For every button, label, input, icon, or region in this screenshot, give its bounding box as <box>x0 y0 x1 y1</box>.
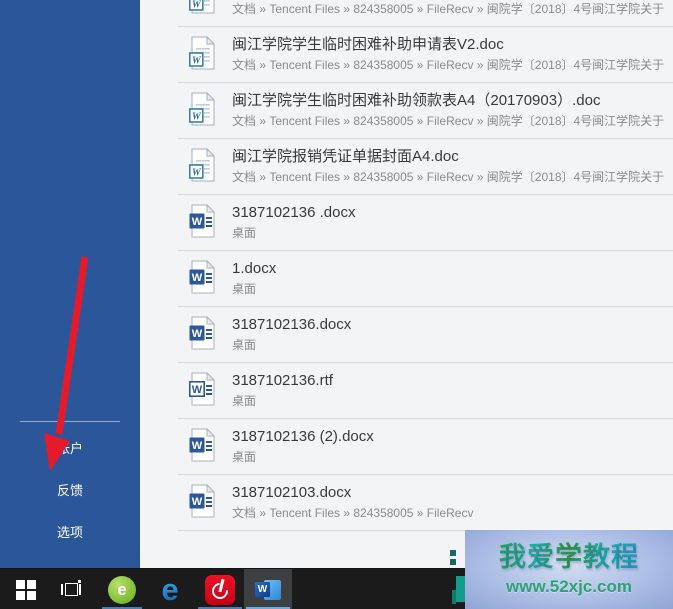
recent-file-row[interactable]: W 3187102136.docx 桌面 <box>178 307 673 363</box>
taskbar-item-netease-music[interactable] <box>196 569 244 609</box>
file-path: 文档 » Tencent Files » 824358005 » FileRec… <box>232 2 665 16</box>
file-path: 文档 » Tencent Files » 824358005 » FileRec… <box>232 58 665 72</box>
word-docx-icon: W <box>189 428 216 462</box>
sidebar-item-options[interactable]: 选项 <box>57 525 83 541</box>
word-docx-icon: W <box>189 260 216 294</box>
file-title: 3187102103.docx <box>232 484 352 501</box>
recent-file-row[interactable]: W 3187102103.docx 文档 » Tencent Files » 8… <box>178 475 673 531</box>
recent-file-row[interactable]: W 闽江学院报销凭证单据封面A4.doc 文档 » Tencent Files … <box>178 139 673 195</box>
recent-file-row[interactable]: W 闽江学院学生临时困难补助申请表V2.doc 文档 » Tencent Fil… <box>178 27 673 83</box>
svg-text:W: W <box>192 328 203 340</box>
recent-file-row[interactable]: W 文档 » Tencent Files » 824358005 » FileR… <box>178 0 673 27</box>
browser-360-icon: e <box>108 575 136 604</box>
file-path: 桌面 <box>232 226 257 240</box>
word-doc-legacy-icon: W <box>188 148 216 182</box>
windows-logo-icon <box>16 579 36 600</box>
file-title: 3187102136.docx <box>232 316 352 333</box>
word-icon: W <box>255 578 281 602</box>
svg-text:W: W <box>192 440 203 452</box>
file-path: 文档 » Tencent Files » 824358005 » FileRec… <box>232 170 665 184</box>
watermark-url: www.52xjc.com <box>506 576 632 596</box>
svg-text:W: W <box>192 168 202 179</box>
file-path: 桌面 <box>232 338 257 352</box>
word-docx-icon: W <box>189 316 216 350</box>
file-path: 文档 » Tencent Files » 824358005 » FileRec… <box>232 506 474 520</box>
file-title: 闽江学院报销凭证单据封面A4.doc <box>232 148 459 165</box>
svg-text:W: W <box>192 0 202 11</box>
svg-text:W: W <box>192 112 202 123</box>
file-title: 闽江学院学生临时困难补助领款表A4（20170903）.doc <box>232 92 601 109</box>
recent-file-row[interactable]: W 3187102136 .docx 桌面 <box>178 195 673 251</box>
file-title: 闽江学院学生临时困难补助申请表V2.doc <box>232 36 504 53</box>
word-backstage-screen: 帐户 反馈 选项 W 文档 » Tencent Files » 82435800… <box>0 0 673 609</box>
watermark-fragment <box>450 559 456 565</box>
taskbar-item-edge[interactable]: e <box>148 569 192 609</box>
file-title: 3187102136 (2).docx <box>232 428 374 445</box>
svg-text:W: W <box>192 216 203 228</box>
backstage-sidebar: 帐户 反馈 选项 <box>0 0 140 568</box>
netease-music-icon <box>205 574 235 605</box>
file-title: 1.docx <box>232 260 277 277</box>
sidebar-item-feedback[interactable]: 反馈 <box>57 483 83 499</box>
watermark-fragment <box>450 550 456 556</box>
recent-files-panel: W 文档 » Tencent Files » 824358005 » FileR… <box>140 0 673 568</box>
recent-file-row[interactable]: W 闽江学院学生临时困难补助领款表A4（20170903）.doc 文档 » T… <box>178 83 673 139</box>
file-path: 文档 » Tencent Files » 824358005 » FileRec… <box>232 114 665 128</box>
file-path: 桌面 <box>232 450 257 464</box>
file-path: 桌面 <box>232 394 257 408</box>
sidebar-item-account[interactable]: 帐户 <box>57 441 83 457</box>
recent-file-row[interactable]: W 3187102136.rtf 桌面 <box>178 363 673 419</box>
task-view-icon <box>61 579 83 598</box>
svg-text:W: W <box>192 272 203 284</box>
recent-files-list: W 文档 » Tencent Files » 824358005 » FileR… <box>178 0 673 531</box>
word-doc-legacy-icon: W <box>188 0 215 14</box>
word-doc-legacy-icon: W <box>188 92 216 126</box>
edge-icon: e <box>161 572 179 607</box>
word-doc-legacy-icon: W <box>188 36 216 70</box>
svg-text:W: W <box>192 56 202 67</box>
watermark-fragment <box>452 590 456 604</box>
watermark-title: 我爱学教程 <box>499 542 639 573</box>
taskbar-item-word[interactable]: W <box>244 569 292 609</box>
svg-text:W: W <box>192 384 203 396</box>
start-button[interactable] <box>6 569 46 609</box>
word-rtf-icon: W <box>188 372 216 406</box>
word-docx-icon: W <box>189 204 216 238</box>
watermark: 我爱学教程 www.52xjc.com <box>465 530 673 609</box>
file-title: 3187102136.rtf <box>232 372 333 389</box>
file-title: 3187102136 .docx <box>232 204 356 221</box>
svg-text:W: W <box>192 496 203 508</box>
recent-file-row[interactable]: W 1.docx 桌面 <box>178 251 673 307</box>
sidebar-divider <box>20 421 120 422</box>
task-view-button[interactable] <box>52 569 92 609</box>
taskbar-item-360-browser[interactable]: e <box>100 569 144 609</box>
recent-file-row[interactable]: W 3187102136 (2).docx 桌面 <box>178 419 673 475</box>
file-path: 桌面 <box>232 282 257 296</box>
word-docx-icon: W <box>189 484 216 518</box>
